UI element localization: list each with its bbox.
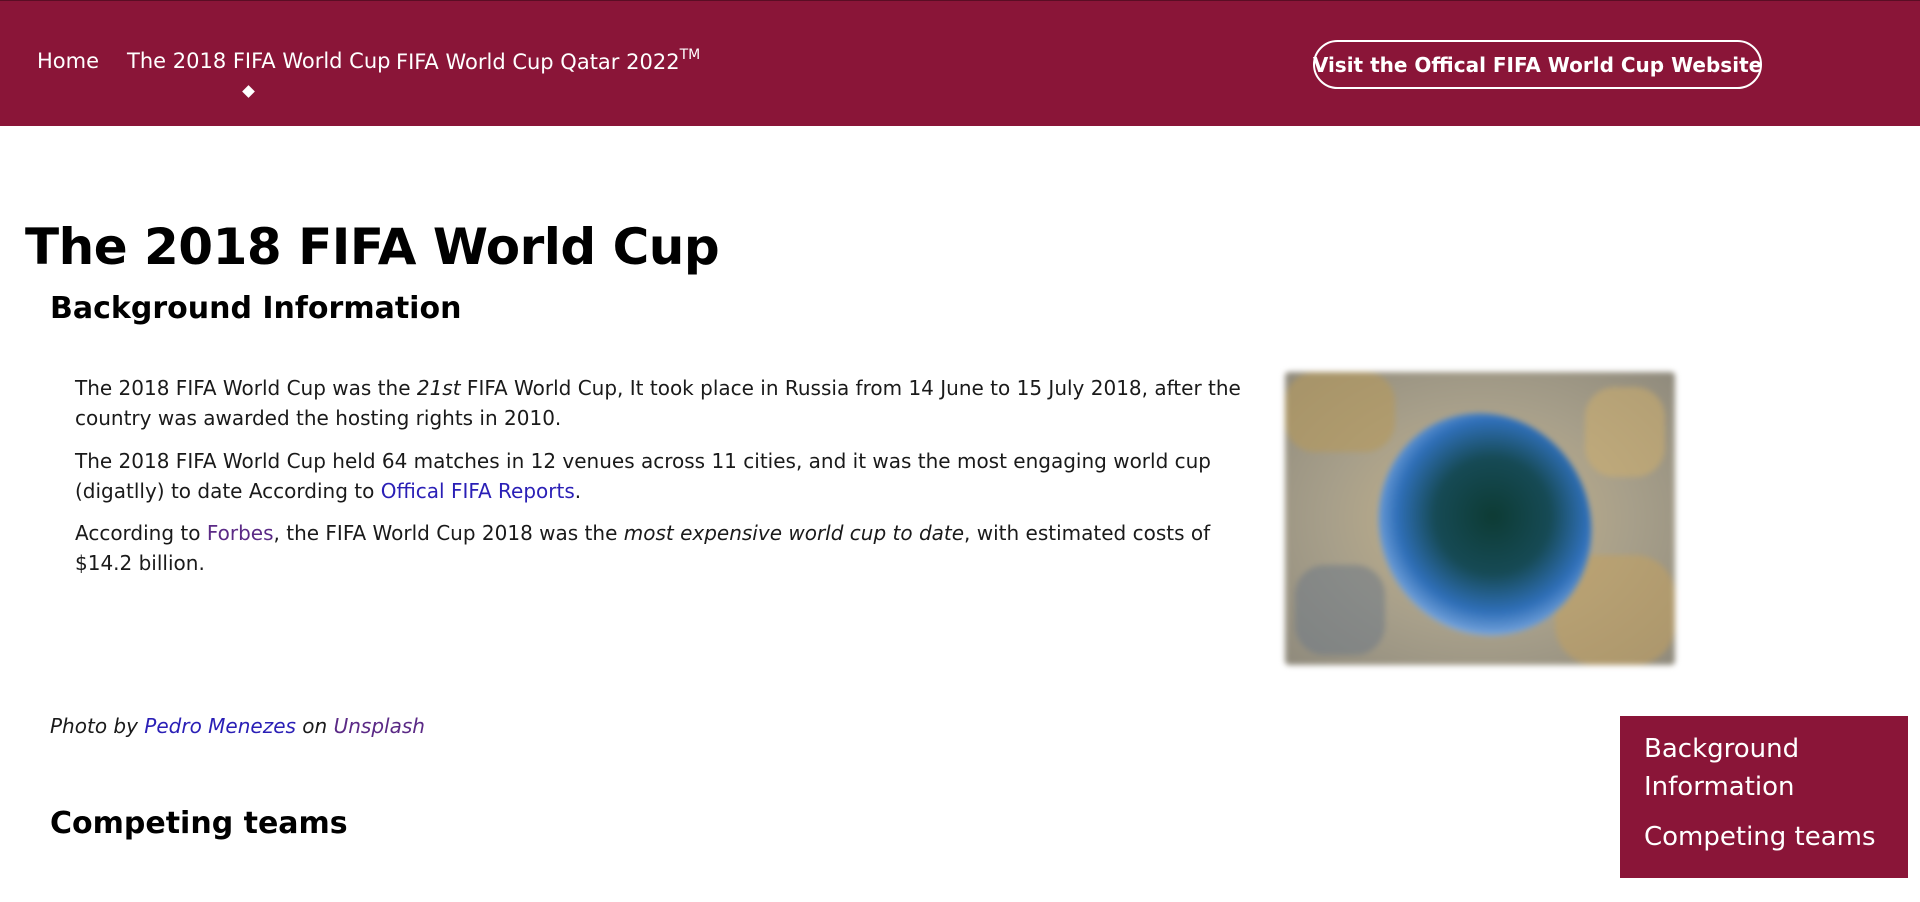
background-information-heading: Background Information bbox=[50, 291, 462, 326]
nav-home-link[interactable]: Home bbox=[37, 49, 99, 73]
photo-shape bbox=[1585, 387, 1665, 477]
credit-text: Photo by bbox=[50, 714, 145, 738]
visit-fifa-website-button[interactable]: Visit the Offical FIFA World Cup Website bbox=[1313, 40, 1762, 89]
page-title: The 2018 FIFA World Cup bbox=[25, 218, 720, 276]
fifa-reports-link[interactable]: Offical FIFA Reports bbox=[381, 479, 575, 503]
paragraph-matches: The 2018 FIFA World Cup held 64 matches … bbox=[75, 446, 1255, 506]
credit-text: on bbox=[295, 714, 334, 738]
photographer-link[interactable]: Pedro Menezes bbox=[144, 714, 296, 738]
emphasis-text: 21st bbox=[416, 376, 461, 400]
emphasis-text: most expensive world cup to date bbox=[623, 521, 965, 545]
nav-qatar-2022-link[interactable]: FIFA World Cup Qatar 2022TM bbox=[396, 47, 701, 74]
toc-competing-teams-link[interactable]: Competing teams bbox=[1644, 818, 1884, 856]
nav-qatar-label: FIFA World Cup Qatar 2022 bbox=[396, 50, 680, 74]
photo-shape bbox=[1295, 565, 1385, 655]
toc-background-information-link[interactable]: Background Information bbox=[1644, 730, 1884, 806]
paragraph-text: , the FIFA World Cup 2018 was the bbox=[273, 521, 624, 545]
paragraph-text: . bbox=[574, 479, 582, 503]
nav-2018-world-cup-link[interactable]: The 2018 FIFA World Cup bbox=[127, 49, 390, 73]
table-of-contents: Background Information Competing teams bbox=[1620, 716, 1908, 878]
stadium-aerial-photo bbox=[1285, 372, 1675, 665]
paragraph-text: The 2018 FIFA World Cup was the bbox=[75, 376, 417, 400]
paragraph-costs: According to Forbes, the FIFA World Cup … bbox=[75, 518, 1255, 578]
paragraph-history: The 2018 FIFA World Cup was the 21st FIF… bbox=[75, 373, 1255, 433]
top-navigation-bar: Home The 2018 FIFA World Cup FIFA World … bbox=[0, 0, 1920, 126]
forbes-link[interactable]: Forbes bbox=[207, 521, 274, 545]
active-nav-indicator bbox=[242, 85, 255, 98]
photo-credit: Photo by Pedro Menezes on Unsplash bbox=[50, 714, 425, 738]
photo-shape bbox=[1285, 372, 1395, 452]
paragraph-text: According to bbox=[75, 521, 207, 545]
trademark-superscript: TM bbox=[679, 47, 701, 63]
paragraph-text: The 2018 FIFA World Cup held 64 matches … bbox=[75, 449, 1212, 503]
unsplash-link[interactable]: Unsplash bbox=[334, 714, 425, 738]
competing-teams-heading: Competing teams bbox=[50, 806, 348, 841]
